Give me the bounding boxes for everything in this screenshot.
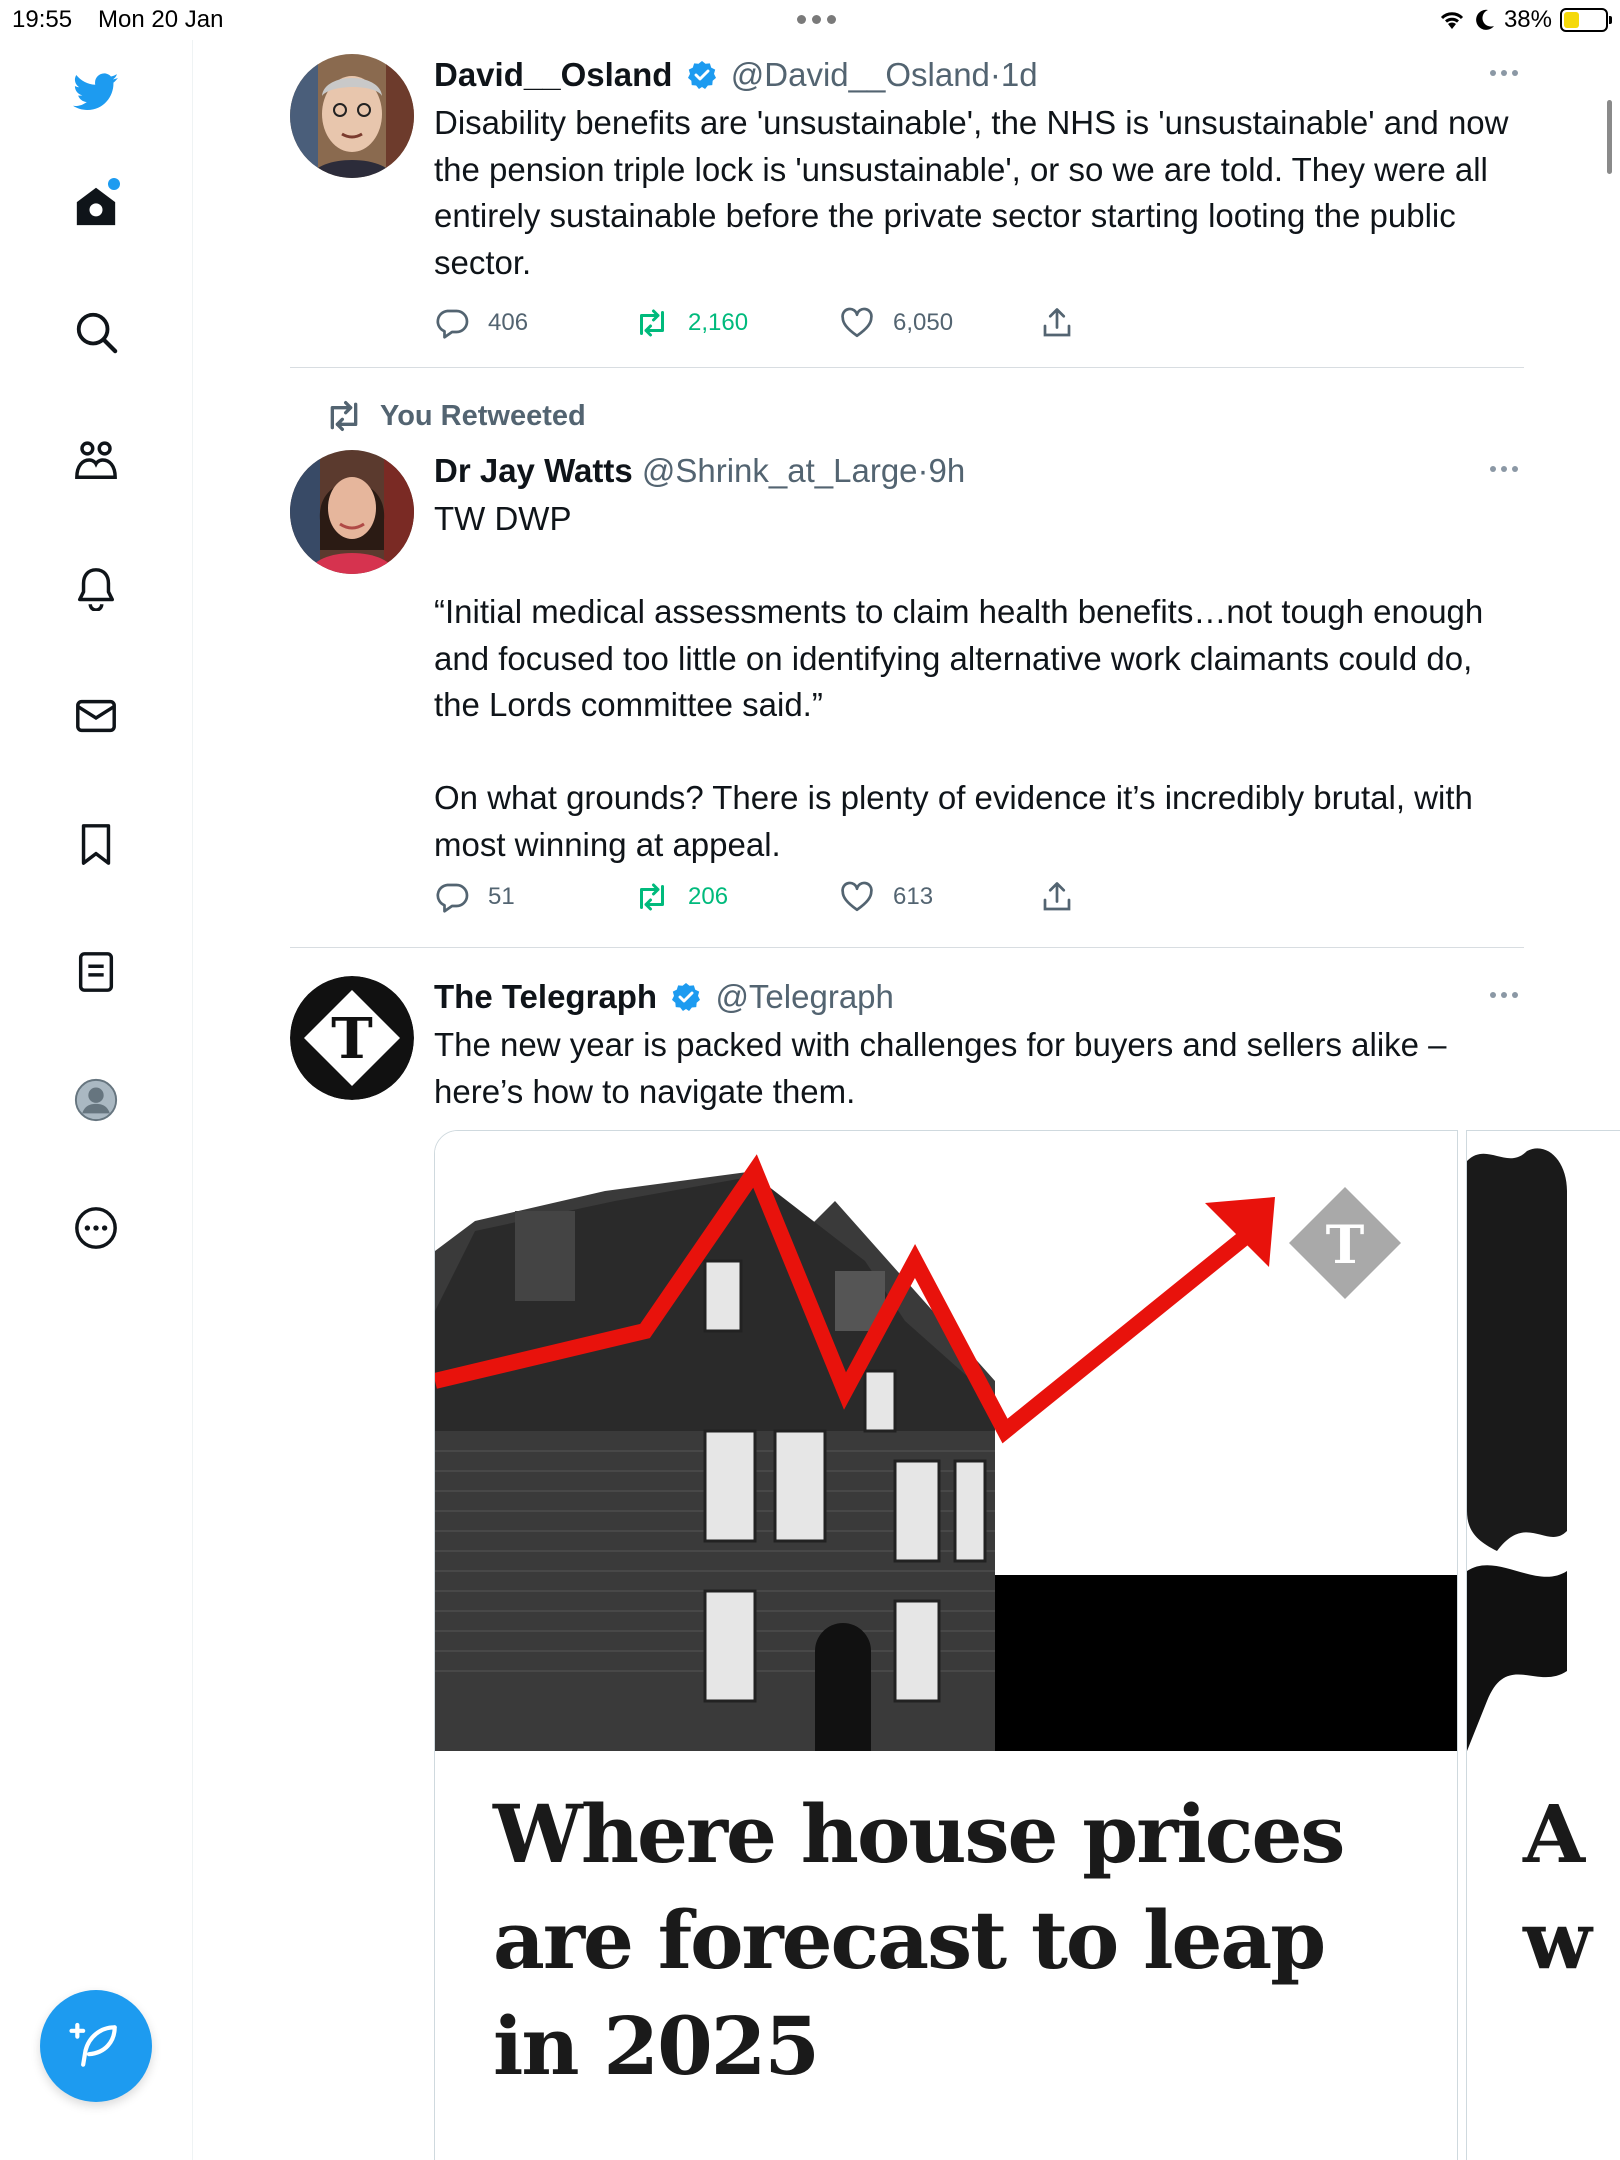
verified-badge-icon bbox=[687, 61, 716, 89]
tweet-text: Disability benefits are 'unsustainable',… bbox=[434, 104, 1518, 281]
tweet-actions: 406 2,160 6,050 bbox=[434, 298, 1524, 348]
twitter-bird-icon[interactable] bbox=[60, 56, 132, 128]
reply-count: 51 bbox=[488, 883, 515, 910]
heart-icon bbox=[841, 307, 873, 338]
tweet-header: Dr Jay Watts @Shrink_at_Large·9h bbox=[434, 450, 1524, 492]
retweeted-indicator[interactable]: You Retweeted bbox=[330, 396, 586, 436]
status-time: 19:55 bbox=[12, 6, 73, 33]
card-image[interactable]: T bbox=[435, 1131, 1457, 1751]
retweet-button[interactable]: 206 bbox=[634, 879, 839, 915]
more-options-icon[interactable] bbox=[1484, 454, 1524, 484]
status-date: Mon 20 Jan bbox=[98, 6, 224, 33]
tweet-divider bbox=[290, 367, 1524, 368]
separator: · bbox=[989, 56, 1001, 93]
tweet-text: TW DWP “Initial medical assessments to c… bbox=[434, 500, 1484, 863]
scroll-indicator[interactable] bbox=[1607, 100, 1612, 174]
like-button[interactable]: 6,050 bbox=[839, 305, 1039, 341]
mail-icon[interactable] bbox=[60, 680, 132, 752]
card-image[interactable] bbox=[1467, 1131, 1620, 1751]
wifi-icon bbox=[1440, 12, 1464, 29]
card-headline[interactable]: A w bbox=[1523, 1781, 1592, 1993]
handle[interactable]: @Shrink_at_Large bbox=[642, 452, 918, 489]
home-icon[interactable] bbox=[60, 170, 132, 242]
bell-icon[interactable] bbox=[60, 552, 132, 624]
reply-count: 406 bbox=[488, 309, 529, 336]
verified-badge-icon bbox=[672, 983, 701, 1011]
tweet-text: The new year is packed with challenges f… bbox=[434, 1026, 1456, 1110]
reply-icon bbox=[436, 883, 469, 913]
link-card-next[interactable]: A w bbox=[1466, 1130, 1620, 2160]
like-count: 613 bbox=[893, 883, 934, 910]
avatar[interactable]: T bbox=[290, 976, 414, 1100]
separator: · bbox=[917, 452, 929, 489]
heart-icon bbox=[841, 881, 873, 912]
share-button[interactable] bbox=[1039, 879, 1075, 915]
reply-icon bbox=[436, 309, 469, 339]
tweet-header: The Telegraph @Telegraph bbox=[434, 976, 1524, 1018]
card-headline[interactable]: Where house prices are forecast to leap … bbox=[493, 1781, 1433, 2099]
bookmark-icon[interactable] bbox=[60, 808, 132, 880]
share-icon bbox=[1043, 308, 1071, 337]
timestamp[interactable]: 9h bbox=[929, 452, 966, 489]
home-notification-dot bbox=[108, 178, 120, 190]
profile-avatar-icon[interactable] bbox=[60, 1064, 132, 1136]
more-circle-icon[interactable] bbox=[60, 1192, 132, 1264]
status-right: 38% bbox=[1438, 6, 1612, 34]
display-name[interactable]: David__Osland bbox=[434, 56, 672, 93]
handle[interactable]: @Telegraph bbox=[715, 978, 893, 1015]
list-icon[interactable] bbox=[60, 936, 132, 1008]
like-count: 6,050 bbox=[893, 309, 954, 336]
more-options-icon[interactable] bbox=[1484, 980, 1524, 1010]
avatar[interactable] bbox=[290, 54, 414, 178]
like-button[interactable]: 613 bbox=[839, 879, 1039, 915]
search-icon[interactable] bbox=[60, 296, 132, 368]
reply-button[interactable]: 406 bbox=[434, 305, 634, 341]
tweet-header: David__Osland @David__Osland·1d bbox=[434, 54, 1524, 96]
svg-text:T: T bbox=[331, 1006, 373, 1072]
multitasking-dots-icon[interactable] bbox=[786, 4, 846, 34]
sidebar bbox=[0, 40, 193, 2160]
retweet-count: 2,160 bbox=[688, 309, 749, 336]
reply-button[interactable]: 51 bbox=[434, 879, 634, 915]
timestamp[interactable]: 1d bbox=[1001, 56, 1038, 93]
compose-feather-icon bbox=[69, 2022, 117, 2067]
retweet-icon bbox=[640, 883, 664, 911]
link-card[interactable]: T Where house prices are forecast to lea… bbox=[434, 1130, 1458, 2160]
svg-text:T: T bbox=[1326, 1215, 1365, 1276]
display-name[interactable]: Dr Jay Watts bbox=[434, 452, 633, 489]
tweet-david-osland[interactable]: David__Osland @David__Osland·1d Disabili… bbox=[290, 54, 1524, 364]
more-options-icon[interactable] bbox=[1484, 58, 1524, 88]
tweet-actions: 51 206 613 bbox=[434, 872, 1524, 922]
retweet-icon bbox=[330, 401, 358, 431]
tweet-divider bbox=[290, 947, 1524, 948]
retweet-count: 206 bbox=[688, 883, 729, 910]
battery-percent: 38% bbox=[1503, 6, 1552, 33]
handle[interactable]: @David__Osland bbox=[731, 56, 990, 93]
status-bar: 19:55 Mon 20 Jan 38% bbox=[0, 0, 1620, 40]
avatar[interactable] bbox=[290, 450, 414, 574]
retweet-icon bbox=[640, 309, 664, 337]
share-button[interactable] bbox=[1039, 305, 1075, 341]
display-name[interactable]: The Telegraph bbox=[434, 978, 657, 1015]
share-icon bbox=[1043, 882, 1071, 911]
compose-tweet-button[interactable] bbox=[40, 1990, 152, 2102]
moon-icon bbox=[1476, 9, 1494, 30]
retweeted-label: You Retweeted bbox=[380, 399, 586, 432]
retweet-button[interactable]: 2,160 bbox=[634, 305, 839, 341]
battery-icon bbox=[1560, 8, 1612, 32]
communities-icon[interactable] bbox=[60, 424, 132, 496]
tweet-jay-watts[interactable]: Dr Jay Watts @Shrink_at_Large·9h TW DWP … bbox=[290, 450, 1524, 940]
